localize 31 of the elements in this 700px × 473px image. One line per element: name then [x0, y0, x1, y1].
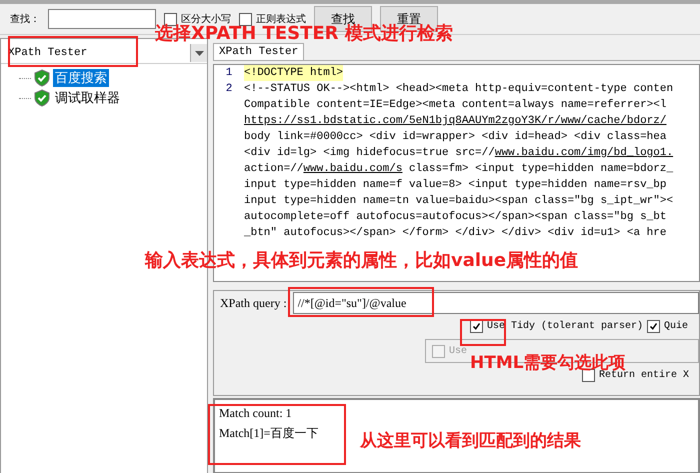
result-line: Match[1]=百度一下 — [219, 425, 318, 442]
line-number: 1 — [224, 66, 234, 81]
line-number: 2 — [224, 82, 234, 97]
shield-check-icon — [33, 89, 51, 107]
checkbox-label: 区分大小写 — [181, 12, 231, 25]
dropdown-caret-icon — [194, 50, 204, 56]
code-link[interactable]: www.baidu.com/img/bd_logo1. — [494, 147, 674, 159]
checkbox-label: Quie — [664, 321, 688, 332]
checkbox-label: Use Tidy (tolerant parser) — [487, 321, 644, 332]
annotation: 从这里可以看到匹配到的结果 — [360, 430, 581, 452]
search-label: 查找： — [10, 12, 40, 26]
checkbox-label: Use — [449, 346, 468, 356]
annotation: 输入表达式，具体到元素的属性，比如value属性的值 — [145, 249, 578, 272]
query-label: XPath query : — [220, 296, 287, 310]
shield-check-icon — [33, 69, 51, 87]
checkbox[interactable] — [470, 320, 483, 333]
tree-item[interactable]: 调试取样器 — [53, 89, 122, 107]
tab[interactable]: XPath Tester — [213, 43, 304, 60]
tree-item[interactable]: 百度搜索 — [53, 69, 109, 87]
code-link[interactable]: https://ss1.bdstatic.com/5eN1bjq8AAUYm2zgoY3K/r/www/cache/bdorz/ — [244, 115, 666, 127]
checkbox-label: Return entire X — [599, 370, 690, 381]
checkbox[interactable] — [647, 320, 660, 333]
result-line: Match count: 1 — [219, 406, 292, 421]
checkbox-label: 正则表达式 — [256, 12, 306, 26]
checkbox[interactable] — [582, 369, 595, 382]
code-link[interactable]: www.baidu.com/s — [303, 163, 402, 175]
query-field[interactable]: //*[@id="su"]/@value — [292, 292, 699, 314]
checkbox[interactable] — [239, 12, 252, 26]
highlight-box — [460, 319, 506, 346]
search-field[interactable] — [48, 9, 156, 29]
checkbox[interactable] — [164, 12, 177, 26]
